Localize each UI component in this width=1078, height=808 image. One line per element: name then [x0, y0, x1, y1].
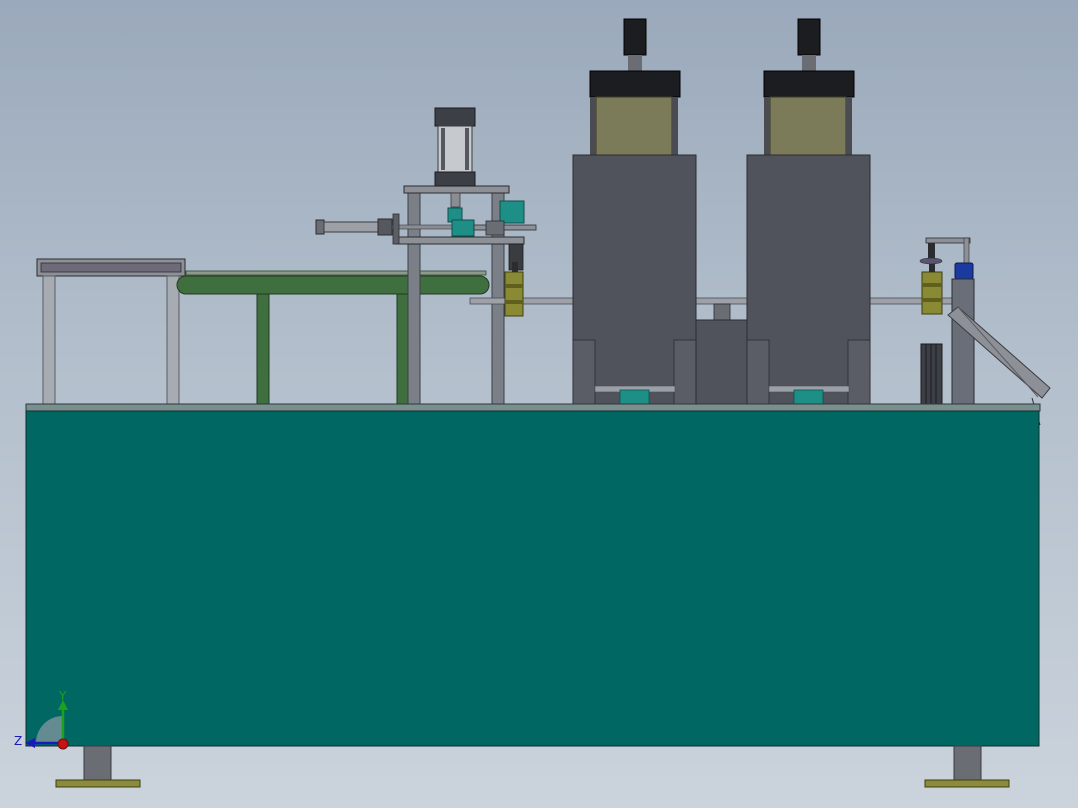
hopper-1-stem	[628, 55, 642, 71]
belt-conveyor[interactable]	[176, 270, 490, 406]
hopper-2[interactable]	[746, 18, 871, 406]
slide-rail	[473, 224, 537, 231]
slide-motor	[499, 200, 525, 224]
cabinet-foot-left	[55, 745, 141, 788]
capper-top-bar	[925, 237, 971, 244]
valve-block-right	[921, 262, 943, 315]
press-cylinder-rod-a	[441, 128, 445, 170]
hopper-1-window	[595, 96, 673, 158]
hopper-2-window	[769, 96, 847, 158]
graphics-viewport[interactable]: Y Z	[0, 0, 1078, 808]
cabinet-top-plate	[25, 403, 1041, 412]
outfeed-table-leg-right	[166, 275, 180, 406]
slide-block	[485, 220, 505, 236]
capper-column	[951, 278, 975, 406]
capping-station[interactable]	[919, 237, 1051, 426]
cabinet-foot-right	[924, 745, 1010, 788]
triad-z-label: Z	[14, 734, 22, 748]
press-cylinder-cap-top	[434, 107, 476, 127]
press-station[interactable]	[315, 107, 537, 406]
horizontal-cylinder-head	[377, 218, 393, 236]
press-top-plate	[403, 185, 510, 194]
horizontal-cylinder-endcap	[315, 219, 325, 235]
hopper-1[interactable]	[572, 18, 697, 406]
press-piston-rod	[450, 192, 461, 208]
center-drive-stem	[713, 303, 731, 321]
hopper-1-window-post-left	[590, 97, 596, 157]
hopper-2-outlet	[793, 389, 824, 406]
horizontal-cylinder-bracket	[392, 213, 400, 245]
hopper-2-window-post-right	[846, 97, 852, 157]
press-cylinder-cap-bottom	[434, 171, 476, 187]
outfeed-table-leg-left	[42, 275, 56, 406]
hopper-2-stem	[802, 55, 816, 71]
hopper-1-lid	[589, 70, 681, 98]
base-cabinet[interactable]	[25, 403, 1041, 747]
press-post-left	[407, 191, 421, 406]
triad-y-label: Y	[58, 689, 67, 703]
outfeed-table-tray	[40, 262, 182, 273]
press-cylinder-rod-b	[465, 128, 469, 170]
hopper-2-foot-right	[847, 339, 871, 406]
conveyor-leg-right	[396, 293, 410, 406]
transfer-rail-middle	[694, 297, 750, 305]
hopper-2-foot-left	[746, 339, 770, 406]
capper-head	[919, 257, 943, 265]
hopper-1-foot-right	[673, 339, 697, 406]
press-lower-plate	[395, 236, 525, 245]
hopper-2-lid	[763, 70, 855, 98]
capper-motor	[954, 262, 974, 280]
hopper-1-outlet	[619, 389, 650, 406]
cad-model-scene[interactable]: Y Z	[0, 0, 1078, 808]
outfeed-table[interactable]	[36, 258, 186, 406]
hopper-1-foot-left	[572, 339, 596, 406]
conveyor-leg-left	[256, 293, 270, 406]
conveyor-frame	[176, 275, 490, 295]
triad-origin	[57, 738, 69, 750]
cabinet-body	[25, 410, 1040, 747]
hopper-2-top-cap	[797, 18, 821, 56]
horizontal-cylinder-rod	[391, 224, 453, 230]
hopper-2-window-post-left	[764, 97, 770, 157]
hopper-1-top-cap	[623, 18, 647, 56]
gripper-body	[451, 219, 475, 237]
conveyor-belt-top	[185, 270, 487, 276]
horizontal-cylinder-barrel	[323, 221, 379, 233]
hopper-1-window-post-right	[672, 97, 678, 157]
center-drive-box	[695, 319, 749, 406]
